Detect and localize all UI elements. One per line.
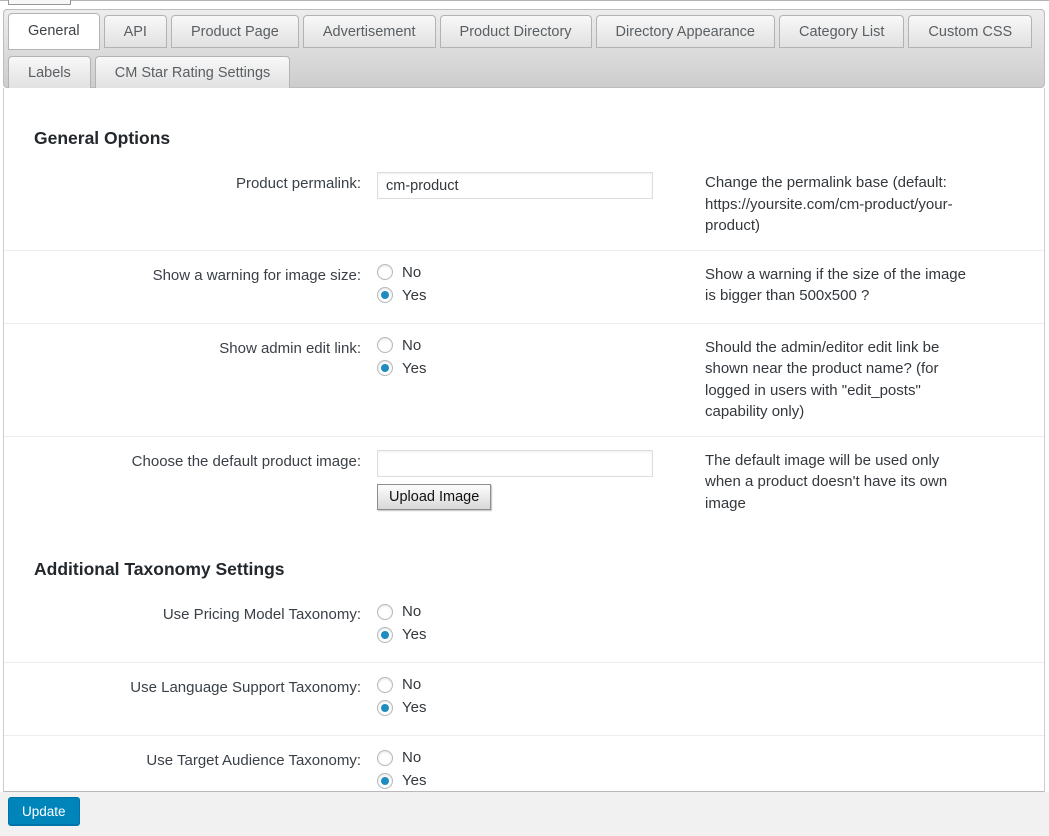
admin-edit-link-label: Show admin edit link: bbox=[219, 339, 361, 357]
product-permalink-description: Change the permalink base (default: http… bbox=[705, 174, 953, 234]
taxonomy-settings-rows: Use Pricing Model Taxonomy: No Yes Use L… bbox=[4, 590, 1044, 791]
product-permalink-input[interactable] bbox=[377, 172, 653, 199]
radio-unselected-icon[interactable] bbox=[377, 676, 393, 693]
radio-option-yes[interactable]: Yes bbox=[377, 287, 705, 304]
tab-cm-star-rating-settings[interactable]: CM Star Rating Settings bbox=[94, 56, 291, 89]
pricing-model-taxonomy-label: Use Pricing Model Taxonomy: bbox=[162, 606, 361, 623]
radio-option-label: Yes bbox=[402, 772, 427, 789]
settings-panel: General Options Product permalink: Chang… bbox=[3, 88, 1045, 792]
tab-product-page[interactable]: Product Page bbox=[170, 15, 299, 48]
row-target-audience-taxonomy: Use Target Audience Taxonomy: No Yes bbox=[4, 735, 1044, 791]
footer-bar: Update bbox=[0, 792, 1049, 836]
radio-option-label: No bbox=[402, 603, 422, 620]
partial-element-top bbox=[8, 0, 71, 5]
radio-option-label: Yes bbox=[402, 286, 427, 304]
radio-unselected-icon[interactable] bbox=[377, 749, 393, 766]
image-size-warning-description: Show a warning if the size of the image … bbox=[705, 265, 966, 305]
radio-option-label: Yes bbox=[402, 359, 427, 377]
radio-option-label: No bbox=[402, 676, 422, 693]
tab-api[interactable]: API bbox=[103, 15, 167, 48]
tab-general[interactable]: General bbox=[8, 13, 100, 50]
row-default-product-image: Choose the default product image: Upload… bbox=[4, 435, 1044, 528]
tab-custom-css[interactable]: Custom CSS bbox=[908, 15, 1033, 48]
radio-option-label: No bbox=[402, 749, 422, 766]
tab-directory-appearance[interactable]: Directory Appearance bbox=[595, 15, 775, 48]
top-edge-divider bbox=[0, 0, 1049, 1]
radio-option-label: Yes bbox=[402, 699, 427, 716]
image-size-warning-radio-group: No Yes bbox=[377, 264, 705, 310]
radio-option-label: No bbox=[402, 336, 422, 354]
update-button[interactable]: Update bbox=[8, 797, 80, 826]
radio-option-no[interactable]: No bbox=[377, 603, 705, 620]
row-product-permalink: Product permalink: Change the permalink … bbox=[4, 159, 1044, 250]
radio-option-label: No bbox=[402, 263, 422, 281]
default-product-image-label: Choose the default product image: bbox=[131, 452, 361, 470]
radio-option-yes[interactable]: Yes bbox=[377, 699, 705, 716]
target-audience-radio-group: No Yes bbox=[377, 749, 705, 791]
tab-category-list[interactable]: Category List bbox=[778, 15, 905, 48]
upload-image-button[interactable]: Upload Image bbox=[377, 483, 492, 510]
tab-advertisement[interactable]: Advertisement bbox=[302, 15, 436, 48]
radio-option-no[interactable]: No bbox=[377, 676, 705, 693]
radio-option-label: Yes bbox=[402, 626, 427, 643]
image-size-warning-label: Show a warning for image size: bbox=[152, 266, 361, 284]
row-language-support-taxonomy: Use Language Support Taxonomy: No Yes bbox=[4, 662, 1044, 735]
default-image-input[interactable] bbox=[377, 449, 653, 477]
default-product-image-description: The default image will be used only when… bbox=[705, 451, 948, 512]
general-options-rows: Product permalink: Change the permalink … bbox=[4, 159, 1044, 527]
radio-option-no[interactable]: No bbox=[377, 337, 705, 354]
product-permalink-label: Product permalink: bbox=[235, 175, 361, 192]
tab-product-directory[interactable]: Product Directory bbox=[439, 15, 592, 48]
radio-selected-icon[interactable] bbox=[377, 699, 393, 716]
admin-edit-link-radio-group: No Yes bbox=[377, 337, 705, 383]
radio-selected-icon[interactable] bbox=[377, 287, 393, 303]
settings-tab-bar: General API Product Page Advertisement P… bbox=[3, 9, 1045, 89]
radio-unselected-icon[interactable] bbox=[377, 603, 393, 620]
tab-labels[interactable]: Labels bbox=[8, 56, 91, 89]
language-support-taxonomy-label: Use Language Support Taxonomy: bbox=[130, 679, 361, 696]
row-pricing-model-taxonomy: Use Pricing Model Taxonomy: No Yes bbox=[4, 590, 1044, 662]
radio-unselected-icon[interactable] bbox=[377, 264, 393, 280]
radio-option-no[interactable]: No bbox=[377, 264, 705, 281]
radio-unselected-icon[interactable] bbox=[377, 337, 393, 353]
admin-edit-link-description: Should the admin/editor edit link be sho… bbox=[705, 338, 940, 421]
radio-selected-icon[interactable] bbox=[377, 626, 393, 643]
target-audience-taxonomy-label: Use Target Audience Taxonomy: bbox=[146, 752, 361, 769]
radio-selected-icon[interactable] bbox=[377, 360, 393, 376]
tab-list: General API Product Page Advertisement P… bbox=[8, 13, 1044, 93]
row-admin-edit-link: Show admin edit link: No Yes Should the … bbox=[4, 322, 1044, 436]
section-heading-additional-taxonomy: Additional Taxonomy Settings bbox=[34, 559, 285, 579]
pricing-model-radio-group: No Yes bbox=[377, 603, 705, 649]
radio-option-yes[interactable]: Yes bbox=[377, 360, 705, 377]
radio-option-no[interactable]: No bbox=[377, 749, 705, 766]
language-support-radio-group: No Yes bbox=[377, 676, 705, 722]
section-heading-general-options: General Options bbox=[34, 128, 171, 148]
radio-option-yes[interactable]: Yes bbox=[377, 626, 705, 643]
radio-selected-icon[interactable] bbox=[377, 772, 393, 789]
row-image-size-warning: Show a warning for image size: No Yes Sh… bbox=[4, 249, 1044, 323]
radio-option-yes[interactable]: Yes bbox=[377, 772, 705, 789]
